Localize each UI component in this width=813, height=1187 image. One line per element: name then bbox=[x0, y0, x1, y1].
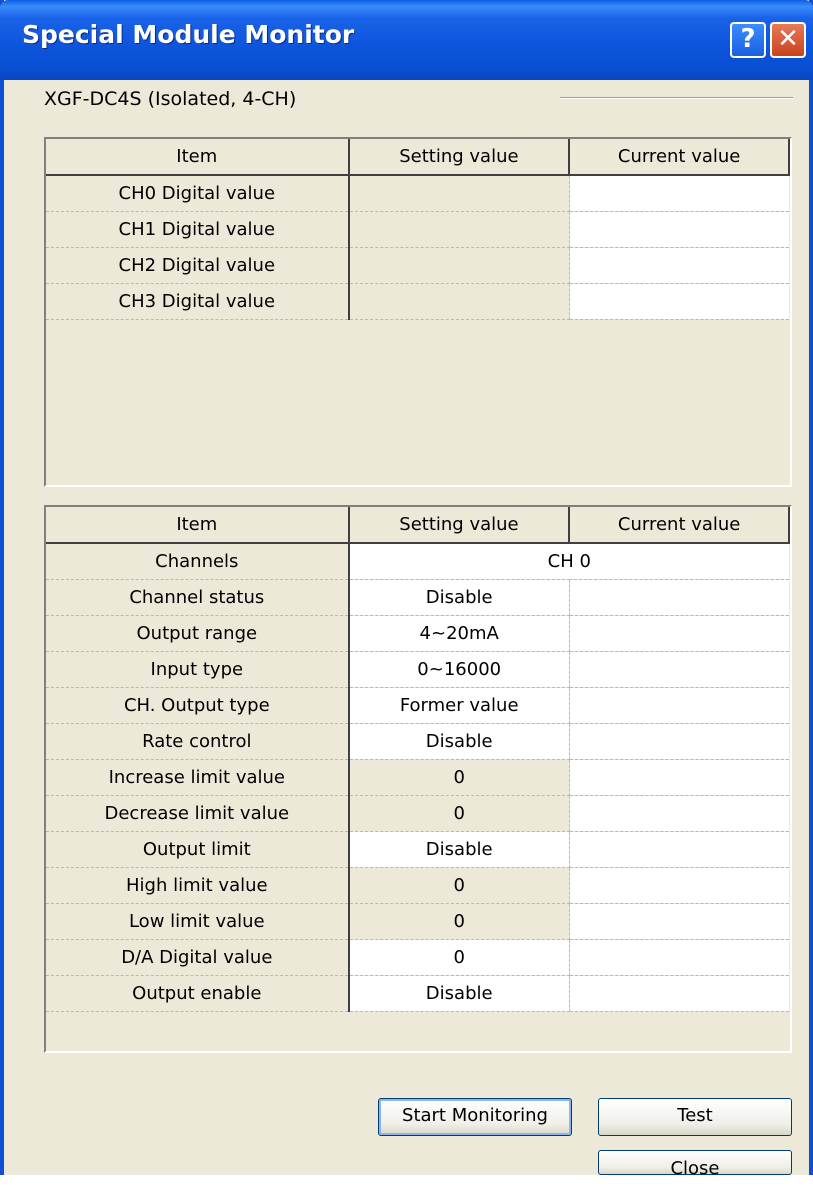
start-monitoring-button[interactable]: Start Monitoring bbox=[378, 1098, 572, 1136]
row-item-label: CH. Output type bbox=[46, 687, 350, 724]
current-value-cell bbox=[569, 579, 789, 616]
row-item-label: CH1 Digital value bbox=[46, 211, 350, 248]
setting-value-cell[interactable]: Disable bbox=[348, 831, 570, 868]
row-item-label: Input type bbox=[46, 651, 350, 688]
current-value-cell bbox=[569, 211, 789, 248]
row-item-label: High limit value bbox=[46, 867, 350, 904]
header-setting-value: Setting value bbox=[348, 507, 571, 544]
setting-value-cell[interactable]: 0 bbox=[348, 939, 570, 976]
current-value-cell bbox=[569, 651, 789, 688]
module-name-label: XGF-DC4S (Isolated, 4-CH) bbox=[44, 88, 297, 110]
table-row: CH3 Digital value bbox=[46, 283, 789, 320]
table-row: Rate control Disable bbox=[46, 723, 789, 760]
row-item-label: Channel status bbox=[46, 579, 350, 616]
window-title: Special Module Monitor bbox=[22, 20, 355, 49]
setting-value-cell[interactable]: Former value bbox=[348, 687, 570, 724]
setting-value-cell bbox=[348, 247, 570, 284]
current-value-cell bbox=[569, 723, 789, 760]
table-header-row: Item Setting value Current value bbox=[46, 139, 790, 176]
setting-value-cell bbox=[348, 211, 570, 248]
table-row: CH0 Digital value bbox=[46, 175, 789, 212]
table-row: Output enable Disable bbox=[46, 975, 789, 1012]
row-item-label: Decrease limit value bbox=[46, 795, 350, 832]
channels-row: Channels CH 0 bbox=[46, 543, 789, 580]
setting-value-cell: 0 bbox=[348, 867, 570, 904]
row-item-label: Output range bbox=[46, 615, 350, 652]
current-value-cell bbox=[569, 759, 789, 796]
row-item-label: Rate control bbox=[46, 723, 350, 760]
current-value-cell bbox=[569, 867, 789, 904]
digital-values-table: Item Setting value Current value CH0 Dig… bbox=[46, 139, 790, 320]
current-value-cell bbox=[569, 283, 789, 320]
row-item-label: CH2 Digital value bbox=[46, 247, 350, 284]
table-row: CH2 Digital value bbox=[46, 247, 789, 284]
row-item-label: Increase limit value bbox=[46, 759, 350, 796]
setting-value-cell[interactable]: Disable bbox=[348, 723, 570, 760]
close-icon[interactable]: ✕ bbox=[770, 22, 806, 58]
row-item-label: Low limit value bbox=[46, 903, 350, 940]
table-row: Increase limit value 0 bbox=[46, 759, 789, 796]
title-bar: Special Module Monitor ? ✕ bbox=[0, 0, 813, 80]
table-row: Output range 4~20mA bbox=[46, 615, 789, 652]
current-value-cell bbox=[569, 975, 789, 1012]
row-item-label: CH3 Digital value bbox=[46, 283, 350, 320]
help-icon[interactable]: ? bbox=[730, 22, 766, 58]
setting-value-cell[interactable]: 0~16000 bbox=[348, 651, 570, 688]
table-row: CH. Output type Former value bbox=[46, 687, 789, 724]
current-value-cell bbox=[569, 615, 789, 652]
table-row: CH1 Digital value bbox=[46, 211, 789, 248]
channel-select[interactable]: CH 0 bbox=[348, 543, 789, 580]
current-value-cell bbox=[569, 687, 789, 724]
header-item: Item bbox=[46, 507, 350, 544]
test-button[interactable]: Test bbox=[598, 1098, 792, 1136]
header-item: Item bbox=[46, 139, 350, 176]
current-value-cell bbox=[569, 247, 789, 284]
setting-value-cell[interactable]: Disable bbox=[348, 579, 570, 616]
setting-value-cell bbox=[348, 175, 570, 212]
special-module-monitor-dialog: Special Module Monitor ? ✕ XGF-DC4S (Iso… bbox=[0, 0, 813, 1179]
row-item-label: D/A Digital value bbox=[46, 939, 350, 976]
setting-value-cell[interactable]: Disable bbox=[348, 975, 570, 1012]
table-row: Output limit Disable bbox=[46, 831, 789, 868]
table-row: High limit value 0 bbox=[46, 867, 789, 904]
current-value-cell bbox=[569, 175, 789, 212]
row-item-label: Output limit bbox=[46, 831, 350, 868]
setting-value-cell: 0 bbox=[348, 759, 570, 796]
table-row: Input type 0~16000 bbox=[46, 651, 789, 688]
setting-value-cell[interactable]: 4~20mA bbox=[348, 615, 570, 652]
header-setting-value: Setting value bbox=[348, 139, 571, 176]
parameters-panel: Item Setting value Current value Channel… bbox=[44, 505, 792, 1053]
separator-line bbox=[560, 97, 793, 99]
digital-values-panel: Item Setting value Current value CH0 Dig… bbox=[44, 137, 792, 487]
current-value-cell bbox=[569, 903, 789, 940]
header-current-value: Current value bbox=[569, 139, 790, 176]
table-row: Decrease limit value 0 bbox=[46, 795, 789, 832]
row-item-label: Output enable bbox=[46, 975, 350, 1012]
row-item-label: CH0 Digital value bbox=[46, 175, 350, 212]
row-item-label: Channels bbox=[46, 543, 350, 580]
table-row: D/A Digital value 0 bbox=[46, 939, 789, 976]
setting-value-cell bbox=[348, 283, 570, 320]
current-value-cell bbox=[569, 795, 789, 832]
table-row: Channel status Disable bbox=[46, 579, 789, 616]
table-header-row: Item Setting value Current value bbox=[46, 507, 790, 544]
parameters-table: Item Setting value Current value Channel… bbox=[46, 507, 790, 1012]
current-value-cell bbox=[569, 939, 789, 976]
table-row: Low limit value 0 bbox=[46, 903, 789, 940]
close-button[interactable]: Close bbox=[598, 1150, 792, 1179]
current-value-cell bbox=[569, 831, 789, 868]
header-current-value: Current value bbox=[569, 507, 790, 544]
setting-value-cell: 0 bbox=[348, 903, 570, 940]
setting-value-cell: 0 bbox=[348, 795, 570, 832]
